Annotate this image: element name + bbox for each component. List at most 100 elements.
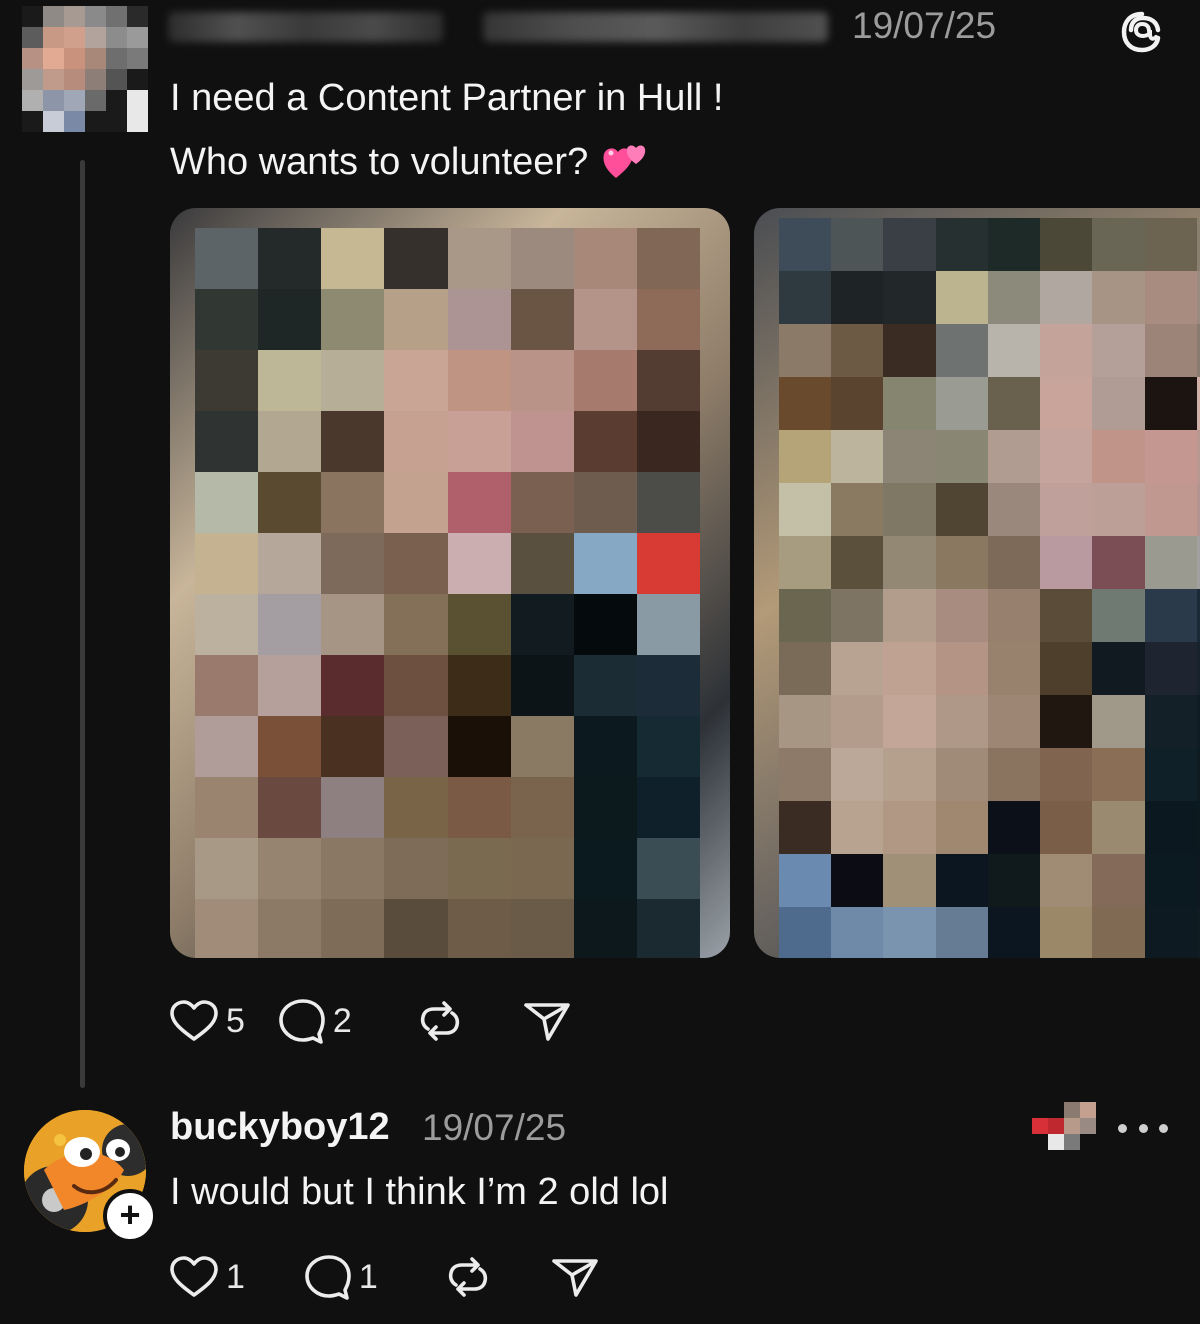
mosaic-tile: [127, 90, 148, 111]
mosaic-tile: [935, 218, 988, 271]
mosaic-tile: [779, 536, 832, 589]
mosaic-tile: [831, 536, 884, 589]
mosaic-tile: [573, 838, 637, 899]
heart-icon: [168, 1255, 220, 1299]
mosaic-tile: [935, 324, 988, 377]
like-button[interactable]: 5: [168, 999, 245, 1043]
mosaic-tile: [510, 289, 574, 350]
mosaic-tile: [883, 324, 936, 377]
reply-share-button[interactable]: [550, 1255, 600, 1299]
mosaic-tile: [510, 899, 574, 958]
mosaic-tile: [127, 6, 148, 27]
mosaic-tile: [883, 854, 936, 907]
mosaic-tile: [935, 907, 988, 958]
mosaic-tile: [447, 533, 511, 594]
mosaic-tile: [1092, 430, 1145, 483]
reply-actions: 1 1: [168, 1252, 630, 1302]
mosaic-tile: [831, 854, 884, 907]
mosaic-tile: [447, 838, 511, 899]
liked-by-avatar[interactable]: [1032, 1102, 1096, 1150]
mosaic-tile: [195, 716, 259, 777]
mosaic-tile: [85, 6, 106, 27]
mosaic-tile: [447, 350, 511, 411]
mosaic-tile: [831, 642, 884, 695]
mosaic-tile: [1144, 695, 1197, 748]
mosaic-tile: [573, 594, 637, 655]
mosaic-tile: [447, 594, 511, 655]
mosaic-tile: [321, 838, 385, 899]
mosaic-tile: [384, 228, 448, 289]
mosaic-tile: [1048, 1134, 1064, 1150]
mosaic-tile: [85, 27, 106, 48]
mosaic-tile: [258, 533, 322, 594]
share-icon: [522, 999, 572, 1043]
more-icon[interactable]: [1118, 1108, 1168, 1148]
mosaic-tile: [935, 483, 988, 536]
reply-reply-button[interactable]: 1: [301, 1254, 378, 1300]
post-body: I need a Content Partner in Hull ! Who w…: [170, 66, 723, 194]
mosaic-tile: [987, 748, 1041, 801]
mosaic-tile: [258, 289, 322, 350]
mosaic-tile: [447, 289, 511, 350]
mosaic-tile: [1144, 642, 1197, 695]
mosaic-tile: [831, 748, 884, 801]
mosaic-tile: [573, 716, 637, 777]
mosaic-tile: [510, 350, 574, 411]
mosaic-tile: [779, 324, 832, 377]
mosaic-tile: [321, 411, 385, 472]
mosaic-tile: [22, 90, 43, 111]
heart-icon: [168, 999, 220, 1043]
redacted-handle: [483, 12, 828, 42]
mosaic-tile: [1092, 801, 1145, 854]
mosaic-tile: [987, 536, 1041, 589]
mosaic-tile: [22, 6, 43, 27]
mosaic-tile: [195, 472, 259, 533]
mosaic-tile: [1092, 377, 1145, 430]
mosaic-tile: [321, 716, 385, 777]
share-button[interactable]: [522, 999, 572, 1043]
repost-button[interactable]: [416, 999, 464, 1043]
mosaic-tile: [1092, 748, 1145, 801]
mosaic-tile: [831, 430, 884, 483]
two-hearts-emoji-icon: [602, 138, 652, 182]
follow-plus-button[interactable]: +: [103, 1189, 157, 1243]
mosaic-tile: [43, 48, 64, 69]
mosaic-tile: [1064, 1134, 1080, 1150]
mosaic-tile: [258, 411, 322, 472]
reply-button[interactable]: 2: [275, 998, 352, 1044]
reply-like-count: 1: [226, 1258, 245, 1296]
mosaic-tile: [321, 594, 385, 655]
mosaic-tile: [447, 411, 511, 472]
author-avatar[interactable]: [22, 6, 148, 132]
mosaic-tile: [831, 589, 884, 642]
mosaic-tile: [1040, 907, 1093, 958]
mosaic-tile: [43, 27, 64, 48]
mosaic-tile: [258, 228, 322, 289]
mosaic-tile: [987, 801, 1041, 854]
mosaic-tile: [64, 27, 85, 48]
mosaic-tile: [64, 6, 85, 27]
mosaic-tile: [987, 642, 1041, 695]
reply-like-button[interactable]: 1: [168, 1255, 245, 1299]
mosaic-tile: [1144, 377, 1197, 430]
mosaic-tile: [1048, 1102, 1064, 1118]
post-photo-1[interactable]: [170, 208, 730, 958]
threads-logo-icon[interactable]: [1118, 10, 1166, 54]
mosaic-tile: [195, 289, 259, 350]
post-photo-2[interactable]: [754, 208, 1200, 958]
reply-repost-button[interactable]: [444, 1255, 492, 1299]
redacted-author-name[interactable]: [168, 8, 838, 46]
mosaic-tile: [510, 228, 574, 289]
mosaic-tile: [573, 350, 637, 411]
reply-reply-count: 1: [358, 1258, 378, 1296]
mosaic-tile: [22, 48, 43, 69]
mosaic-tile: [321, 533, 385, 594]
mosaic-tile: [1040, 430, 1093, 483]
mosaic-tile: [1040, 748, 1093, 801]
mosaic-tile: [1032, 1102, 1048, 1118]
comment-icon: [275, 998, 327, 1044]
reply-username[interactable]: buckyboy12: [170, 1102, 390, 1152]
mosaic-tile: [1040, 324, 1093, 377]
mosaic-tile: [573, 899, 637, 958]
mosaic-tile: [258, 899, 322, 958]
